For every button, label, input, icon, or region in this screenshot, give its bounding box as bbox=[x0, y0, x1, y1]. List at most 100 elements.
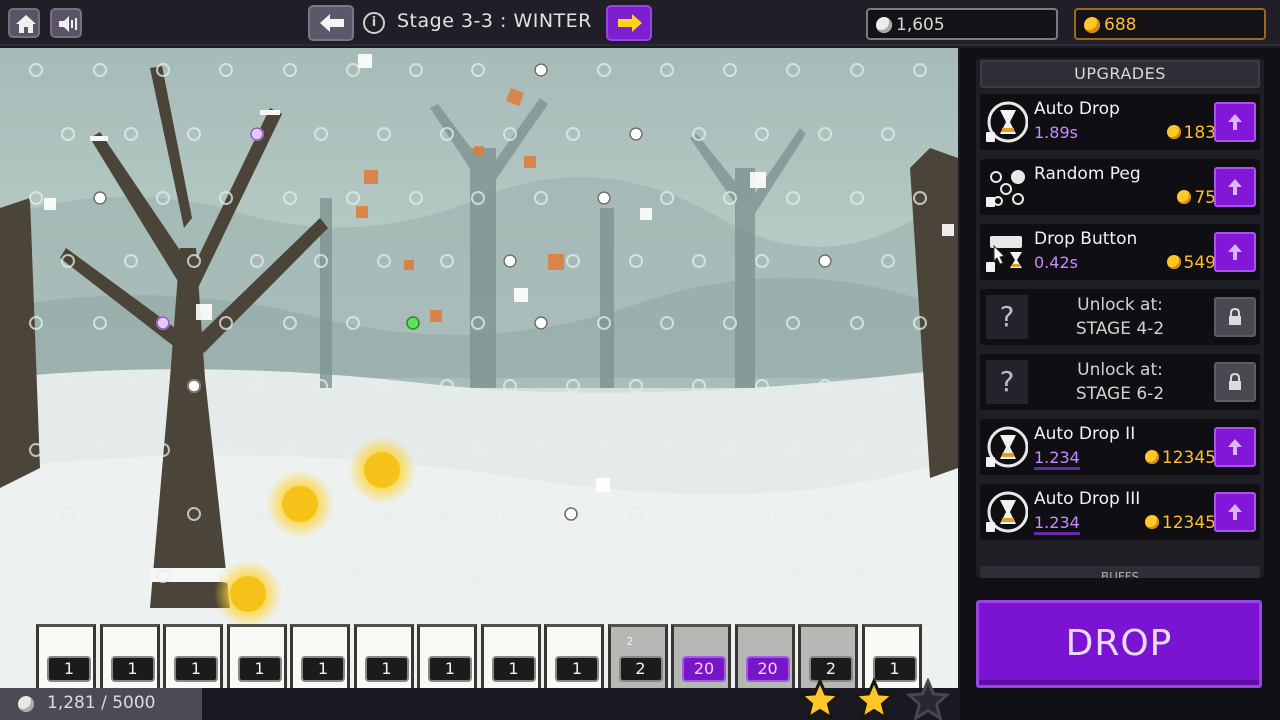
drop-button[interactable]: DROP bbox=[976, 600, 1262, 688]
bin: 22 bbox=[607, 624, 668, 688]
bin-row: 1 1 1 1 1 1 1 1 1 2 2 20 20 2 1 bbox=[36, 624, 928, 688]
buffs-header-peek[interactable]: BUFFS bbox=[980, 566, 1260, 578]
sidebar: UPGRADES Auto Drop 1.89s 183 Random Peg … bbox=[960, 48, 1280, 720]
hourglass-icon bbox=[984, 425, 1029, 469]
bin-multiplier: 20 bbox=[745, 656, 790, 682]
arrow-up-icon bbox=[1228, 244, 1242, 260]
previous-stage-button[interactable] bbox=[308, 5, 354, 41]
bin: 1 bbox=[544, 624, 604, 688]
gold-coin-icon bbox=[1084, 17, 1100, 33]
bin-multiplier: 1 bbox=[110, 656, 155, 682]
bin: 1 bbox=[99, 624, 160, 688]
bin-multiplier: 1 bbox=[555, 656, 599, 682]
hourglass-icon bbox=[984, 100, 1029, 144]
sound-button[interactable] bbox=[50, 8, 82, 38]
upgrade-auto-drop-iii-button[interactable] bbox=[1214, 492, 1256, 532]
arrow-up-icon bbox=[1228, 504, 1242, 520]
star-filled-icon bbox=[798, 678, 842, 720]
bin-multiplier: 1 bbox=[237, 656, 282, 682]
upgrade-value: 0.42s bbox=[1034, 253, 1078, 272]
upgrade-auto-drop-iii: Auto Drop III 1.234 12345 bbox=[980, 484, 1260, 540]
bin: 1 bbox=[480, 624, 541, 688]
upgrade-auto-drop-ii-button[interactable] bbox=[1214, 427, 1256, 467]
top-bar: i Stage 3-3 : WINTER 1,605 688 bbox=[0, 0, 1280, 46]
unlock-requirement: Unlock at: STAGE 4-2 bbox=[1075, 295, 1165, 339]
bin: 1 bbox=[163, 624, 223, 688]
bin: 1 bbox=[226, 624, 287, 688]
bin-multiplier: 1 bbox=[428, 656, 472, 682]
unlock-requirement: Unlock at: STAGE 6-2 bbox=[1075, 360, 1165, 404]
bin-multiplier: 1 bbox=[491, 656, 536, 682]
upgrade-random-peg-button[interactable] bbox=[1214, 167, 1256, 207]
upgrade-auto-drop: Auto Drop 1.89s 183 bbox=[980, 94, 1260, 150]
bin-multiplier: 2 bbox=[618, 656, 663, 682]
upgrades-header: UPGRADES bbox=[980, 60, 1260, 88]
bin: 1 bbox=[290, 624, 350, 688]
stage-stars bbox=[790, 678, 958, 720]
upgrade-auto-drop-ii: Auto Drop II 1.234 12345 bbox=[980, 419, 1260, 475]
upgrade-cost: 12345 bbox=[1144, 513, 1216, 533]
silver-ball-icon bbox=[18, 696, 34, 712]
upgrade-value: 1.234 bbox=[1034, 448, 1080, 470]
gold-coin-icon bbox=[1166, 255, 1181, 269]
upgrade-locked-stage-6-2: ? Unlock at: STAGE 6-2 bbox=[980, 354, 1260, 410]
star-empty-icon bbox=[906, 678, 950, 720]
gold-coin-icon bbox=[1166, 125, 1181, 139]
upgrade-cost: 549 bbox=[1166, 253, 1216, 273]
stage-info-icon[interactable]: i bbox=[363, 12, 385, 34]
bottom-bar: 1,281 / 5000 bbox=[0, 678, 958, 720]
gold-coin-icon bbox=[1144, 515, 1159, 529]
upgrades-panel[interactable]: UPGRADES Auto Drop 1.89s 183 Random Peg … bbox=[976, 58, 1264, 578]
drop-button-icon bbox=[984, 230, 1028, 274]
bin-multiplier: 1 bbox=[364, 656, 409, 682]
bin: 1 bbox=[417, 624, 477, 688]
arrow-up-icon bbox=[1228, 114, 1242, 130]
bin-bonus-label: 2 bbox=[626, 635, 634, 648]
arrow-up-icon bbox=[1228, 439, 1242, 455]
bin-multiplier: 20 bbox=[682, 656, 726, 682]
upgrade-drop-button-button[interactable] bbox=[1214, 232, 1256, 272]
star-filled-icon bbox=[852, 678, 896, 720]
upgrade-name: Auto Drop bbox=[1034, 99, 1120, 119]
unknown-upgrade-icon: ? bbox=[986, 295, 1028, 339]
gold-coin-icon bbox=[1144, 450, 1159, 464]
stage-title: Stage 3-3 : WINTER bbox=[397, 10, 592, 32]
falling-balls bbox=[214, 436, 416, 628]
gold-coin-icon bbox=[1177, 190, 1192, 204]
upgrade-cost: 75 bbox=[1177, 188, 1216, 208]
upgrade-cost: 183 bbox=[1166, 123, 1216, 143]
bin: 1 bbox=[353, 624, 414, 688]
upgrade-value: 1.234 bbox=[1034, 513, 1080, 535]
silver-amount: 1,605 bbox=[896, 15, 945, 35]
arrow-up-icon bbox=[1228, 179, 1242, 195]
bin: 20 bbox=[671, 624, 731, 688]
unknown-upgrade-icon: ? bbox=[986, 360, 1028, 404]
silver-ball-icon bbox=[876, 17, 892, 33]
upgrade-locked-stage-4-2: ? Unlock at: STAGE 4-2 bbox=[980, 289, 1260, 345]
upgrade-name: Auto Drop III bbox=[1034, 489, 1141, 509]
lock-icon bbox=[1229, 373, 1241, 390]
silver-balance: 1,605 bbox=[866, 8, 1058, 40]
bin: 20 bbox=[734, 624, 795, 688]
home-button[interactable] bbox=[8, 8, 40, 38]
upgrade-value: 1.89s bbox=[1034, 123, 1078, 142]
hourglass-icon bbox=[984, 490, 1029, 534]
random-peg-icon bbox=[984, 165, 1028, 209]
upgrade-random-peg: Random Peg 75 bbox=[980, 159, 1260, 215]
plinko-board[interactable]: 1 1 1 1 1 1 1 1 1 2 2 20 20 2 1 bbox=[0, 48, 958, 688]
bin-multiplier: 1 bbox=[174, 656, 218, 682]
locked-upgrade-button[interactable] bbox=[1214, 297, 1256, 337]
next-stage-button[interactable] bbox=[606, 5, 652, 41]
bin-multiplier: 1 bbox=[47, 656, 91, 682]
upgrade-name: Random Peg bbox=[1034, 164, 1141, 184]
arrow-left-icon bbox=[320, 14, 344, 32]
upgrade-cost: 12345 bbox=[1144, 448, 1216, 468]
gold-balance: 688 bbox=[1074, 8, 1266, 40]
upgrade-drop-button: Drop Button 0.42s 549 bbox=[980, 224, 1260, 280]
arrow-right-icon bbox=[618, 14, 642, 32]
upgrade-auto-drop-button[interactable] bbox=[1214, 102, 1256, 142]
stage-progress-text: 1,281 / 5000 bbox=[47, 693, 156, 713]
bin: 1 bbox=[36, 624, 96, 688]
locked-upgrade-button[interactable] bbox=[1214, 362, 1256, 402]
sound-icon bbox=[59, 16, 77, 32]
